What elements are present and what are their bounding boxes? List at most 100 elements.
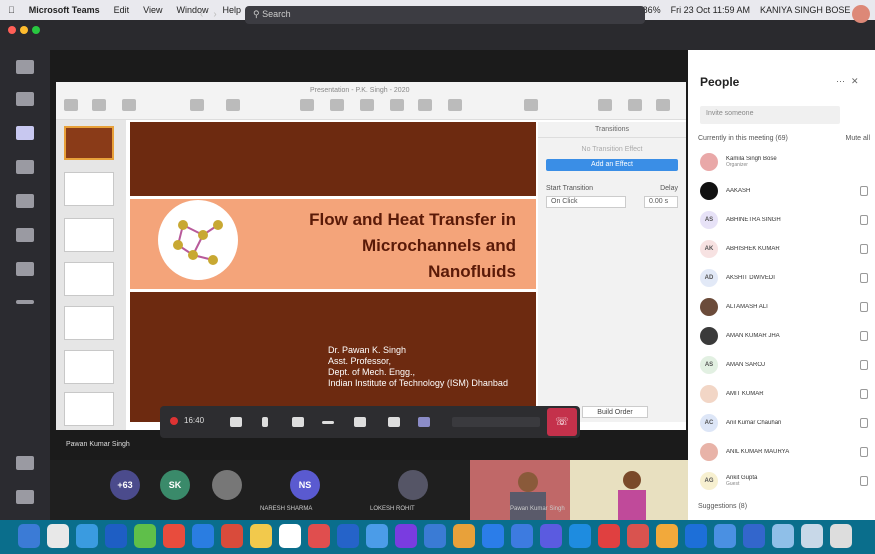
panel-controls[interactable]: ⋯✕: [836, 76, 865, 87]
dock-app-icon[interactable]: [366, 524, 388, 548]
participant-row[interactable]: AS ABHINETRA SINGH: [700, 208, 872, 232]
build-order-button[interactable]: Build Order: [582, 406, 648, 418]
slide-thumbnail[interactable]: [64, 350, 114, 384]
format-icon[interactable]: [598, 99, 612, 111]
media-icon[interactable]: [418, 99, 432, 111]
start-transition-select[interactable]: On Click: [546, 196, 626, 208]
dock-app-icon[interactable]: [830, 524, 852, 548]
close-window-button[interactable]: [8, 26, 16, 34]
nav-arrows[interactable]: ‹›: [200, 9, 227, 20]
activity-icon[interactable]: [16, 60, 34, 74]
dock-app-icon[interactable]: [801, 524, 823, 548]
apps-icon[interactable]: [16, 456, 34, 470]
muted-mic-icon[interactable]: [860, 244, 868, 254]
dock-app-icon[interactable]: [714, 524, 736, 548]
participant-row[interactable]: ANIL KUMAR MAURYA: [700, 440, 872, 464]
participants-icon[interactable]: [418, 417, 430, 427]
stop-sharing-button[interactable]: [452, 417, 540, 427]
muted-mic-icon[interactable]: [860, 389, 868, 399]
mute-all-button[interactable]: Mute all: [845, 135, 870, 142]
search-input[interactable]: ⚲ Search: [245, 6, 645, 24]
dock-app-icon[interactable]: [192, 524, 214, 548]
participant-row[interactable]: AMAN KUMAR JHA: [700, 324, 872, 348]
dock-app-icon[interactable]: [76, 524, 98, 548]
zoom-icon[interactable]: [92, 99, 106, 111]
participant-row[interactable]: AC Anil Kumar Chauhan: [700, 411, 872, 435]
participant-row[interactable]: AK ABHISHEK KUMAR: [700, 237, 872, 261]
more-apps-icon[interactable]: [16, 300, 34, 304]
participant-row[interactable]: AMIT KUMAR: [700, 382, 872, 406]
participant-row[interactable]: AAKASH: [700, 179, 872, 203]
share-screen-icon[interactable]: [292, 417, 304, 427]
more-actions-icon[interactable]: [322, 421, 334, 424]
slide-thumbnail[interactable]: [64, 306, 114, 340]
dock-app-icon[interactable]: [395, 524, 417, 548]
clock[interactable]: Fri 23 Oct 11:59 AM: [671, 5, 750, 15]
dock-app-icon[interactable]: [18, 524, 40, 548]
table-icon[interactable]: [300, 99, 314, 111]
dock-app-icon[interactable]: [743, 524, 765, 548]
dock-app-icon[interactable]: [511, 524, 533, 548]
delay-stepper[interactable]: 0.00 s: [644, 196, 678, 208]
dock-app-icon[interactable]: [656, 524, 678, 548]
collaborate-icon[interactable]: [524, 99, 538, 111]
suggestions-header[interactable]: Suggestions (8): [698, 503, 747, 510]
participant-row[interactable]: Kamila Singh Bose Organizer: [700, 150, 872, 174]
dock-app-icon[interactable]: [337, 524, 359, 548]
dock-app-icon[interactable]: [279, 524, 301, 548]
menu-view[interactable]: View: [143, 5, 162, 15]
dock-app-icon[interactable]: [308, 524, 330, 548]
shape-icon[interactable]: [390, 99, 404, 111]
slide-thumbnail[interactable]: [64, 262, 114, 296]
muted-mic-icon[interactable]: [860, 331, 868, 341]
muted-mic-icon[interactable]: [860, 476, 868, 486]
camera-icon[interactable]: [230, 417, 242, 427]
assignments-icon[interactable]: [16, 160, 34, 174]
dock-app-icon[interactable]: [250, 524, 272, 548]
dock-app-icon[interactable]: [540, 524, 562, 548]
muted-mic-icon[interactable]: [860, 302, 868, 312]
dock-app-icon[interactable]: [569, 524, 591, 548]
participant-row[interactable]: ALTAMASH ALI: [700, 295, 872, 319]
close-icon[interactable]: ✕: [851, 76, 865, 86]
my-avatar[interactable]: [852, 5, 870, 23]
in-meeting-count[interactable]: Currently in this meeting (69): [698, 135, 788, 142]
muted-mic-icon[interactable]: [860, 215, 868, 225]
calls-icon[interactable]: [16, 228, 34, 242]
dock-app-icon[interactable]: [105, 524, 127, 548]
play-icon[interactable]: [190, 99, 204, 111]
menu-edit[interactable]: Edit: [114, 5, 130, 15]
battery-percent[interactable]: 86%: [643, 5, 661, 15]
minimize-window-button[interactable]: [20, 26, 28, 34]
document-icon[interactable]: [656, 99, 670, 111]
muted-mic-icon[interactable]: [860, 186, 868, 196]
dock-app-icon[interactable]: [47, 524, 69, 548]
raise-hand-icon[interactable]: [354, 417, 366, 427]
dock-app-icon[interactable]: [424, 524, 446, 548]
muted-mic-icon[interactable]: [860, 447, 868, 457]
menu-app-name[interactable]: Microsoft Teams: [29, 5, 100, 15]
dock-app-icon[interactable]: [627, 524, 649, 548]
hang-up-button[interactable]: ☏: [547, 408, 577, 436]
slide-thumbnail[interactable]: [64, 392, 114, 426]
add-slide-icon[interactable]: [122, 99, 136, 111]
add-effect-button[interactable]: Add an Effect: [546, 159, 678, 171]
text-icon[interactable]: [360, 99, 374, 111]
muted-mic-icon[interactable]: [860, 273, 868, 283]
slide-thumbnail[interactable]: [64, 218, 114, 252]
overflow-count[interactable]: +63: [110, 470, 140, 500]
dock-app-icon[interactable]: [685, 524, 707, 548]
comment-icon[interactable]: [448, 99, 462, 111]
teams-icon[interactable]: [16, 126, 34, 140]
participant-row[interactable]: AD AKSHIT DWIVEDI: [700, 266, 872, 290]
muted-mic-icon[interactable]: [860, 418, 868, 428]
dock-app-icon[interactable]: [598, 524, 620, 548]
dock-app-icon[interactable]: [134, 524, 156, 548]
dock-app-icon[interactable]: [772, 524, 794, 548]
apple-icon[interactable]: : [8, 5, 15, 15]
dock-app-icon[interactable]: [163, 524, 185, 548]
participant-row[interactable]: AG Ankit Gupta Guest: [700, 469, 872, 493]
participant-row[interactable]: AS AMAN SAROJ: [700, 353, 872, 377]
rehearse-icon[interactable]: [226, 99, 240, 111]
slide-thumbnail[interactable]: [64, 126, 114, 160]
